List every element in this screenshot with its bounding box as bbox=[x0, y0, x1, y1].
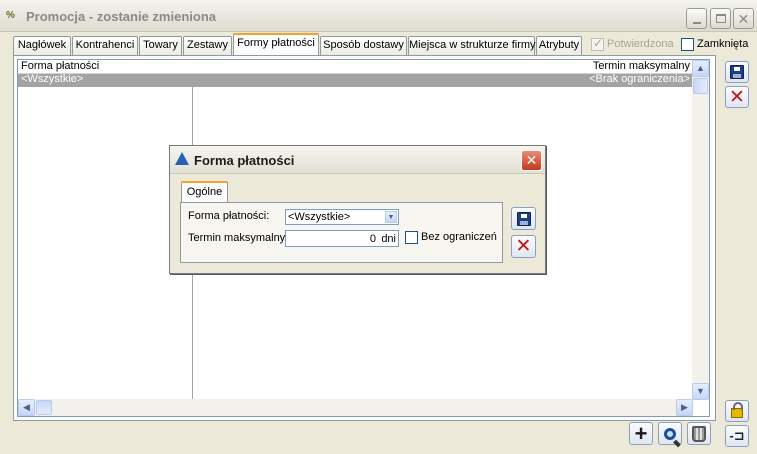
red-x-icon: ✕ bbox=[515, 235, 532, 257]
vertical-scroll-thumb[interactable] bbox=[693, 78, 708, 94]
tab-ogolne[interactable]: Ogólne bbox=[181, 181, 228, 203]
dialog-close-button[interactable]: ✕ bbox=[521, 150, 542, 171]
dialog-save-button[interactable] bbox=[511, 207, 536, 230]
tab-naglowek[interactable]: Nagłówek bbox=[13, 36, 71, 55]
app-icon: % bbox=[6, 10, 15, 21]
tab-atrybuty[interactable]: Atrybuty bbox=[536, 36, 582, 55]
chevron-right-icon: ▶ bbox=[681, 402, 688, 412]
tab-towary[interactable]: Towary bbox=[139, 36, 182, 55]
magnifier-icon bbox=[664, 427, 676, 440]
chevron-up-icon: ▲ bbox=[696, 63, 705, 73]
zamknieta-label: Zamknięta bbox=[697, 38, 749, 50]
window-title: Promocja - zostanie zmieniona bbox=[26, 9, 216, 24]
termin-value: 0 bbox=[369, 233, 376, 245]
scroll-right-button[interactable]: ▶ bbox=[676, 399, 693, 416]
lock-button[interactable] bbox=[725, 400, 749, 422]
chevron-down-icon: ▼ bbox=[696, 386, 705, 396]
red-x-icon: ✕ bbox=[729, 85, 745, 108]
maximize-button[interactable] bbox=[710, 8, 731, 29]
bez-ograniczen-label: Bez ograniczeń bbox=[421, 231, 497, 243]
dialog-cancel-button[interactable]: ✕ bbox=[511, 235, 536, 258]
tab-kontrahenci[interactable]: Kontrahenci bbox=[72, 36, 138, 55]
horizontal-scroll-thumb[interactable] bbox=[36, 400, 52, 415]
payment-form-dialog: Forma płatności ✕ Ogólne Forma płatności… bbox=[169, 145, 546, 274]
vertical-scrollbar[interactable]: ▲ ▼ bbox=[692, 60, 709, 400]
padlock-icon bbox=[731, 402, 743, 418]
search-button[interactable] bbox=[658, 422, 682, 445]
close-icon: ✕ bbox=[525, 152, 538, 168]
scroll-up-button[interactable]: ▲ bbox=[692, 60, 709, 77]
termin-label: Termin maksymalny: bbox=[188, 232, 289, 244]
pin-button[interactable]: -⊐ bbox=[725, 425, 749, 447]
chevron-down-icon[interactable]: ▼ bbox=[385, 211, 397, 223]
triangle-app-icon bbox=[175, 152, 189, 165]
tab-sposob-dostawy[interactable]: Sposób dostawy bbox=[320, 36, 407, 55]
scroll-down-button[interactable]: ▼ bbox=[692, 383, 709, 400]
cell-termin: <Brak ograniczenia> bbox=[589, 73, 690, 85]
termin-unit: dni bbox=[381, 233, 396, 245]
potwierdzona-label: Potwierdzona bbox=[607, 38, 674, 50]
floppy-disk-icon bbox=[730, 65, 744, 79]
save-button[interactable] bbox=[725, 61, 749, 83]
tab-miejsca-w-strukturze-firmy[interactable]: Miejsca w strukturze firmy bbox=[408, 36, 536, 55]
column-header-termin[interactable]: Termin maksymalny bbox=[593, 60, 690, 72]
potwierdzona-checkbox[interactable]: ✓ bbox=[591, 36, 604, 51]
plus-icon: + bbox=[634, 420, 648, 446]
bez-ograniczen-checkbox[interactable] bbox=[405, 231, 418, 244]
tab-formy-platnosci[interactable]: Formy płatności bbox=[233, 33, 319, 56]
trash-icon bbox=[692, 425, 706, 442]
delete-button[interactable] bbox=[687, 422, 711, 445]
tab-zestawy[interactable]: Zestawy bbox=[183, 36, 232, 55]
floppy-disk-icon bbox=[516, 211, 531, 226]
scroll-left-button[interactable]: ◀ bbox=[18, 399, 35, 416]
termin-input[interactable]: 0 dni bbox=[285, 230, 399, 247]
maximize-icon bbox=[715, 14, 726, 23]
chevron-left-icon: ◀ bbox=[23, 402, 30, 412]
add-button[interactable]: + bbox=[629, 422, 653, 445]
window-titlebar: % Promocja - zostanie zmieniona ✕ bbox=[0, 0, 757, 32]
forma-label: Forma płatności: bbox=[188, 210, 270, 222]
checkmark-icon: ✓ bbox=[593, 36, 604, 50]
close-icon: ✕ bbox=[737, 10, 750, 27]
minimize-button[interactable] bbox=[686, 8, 707, 29]
dialog-title: Forma płatności bbox=[194, 153, 295, 168]
minimize-icon bbox=[692, 21, 701, 24]
horizontal-scrollbar[interactable]: ◀ ▶ bbox=[18, 399, 693, 416]
forma-select-value: <Wszystkie> bbox=[288, 211, 351, 223]
zamknieta-checkbox[interactable] bbox=[681, 38, 694, 51]
cancel-button[interactable]: ✕ bbox=[725, 86, 749, 108]
column-header-forma[interactable]: Forma płatności bbox=[21, 60, 99, 72]
pin-icon: -⊐ bbox=[729, 428, 745, 443]
table-row[interactable]: <Wszystkie> <Brak ograniczenia> bbox=[18, 73, 693, 87]
close-button[interactable]: ✕ bbox=[733, 8, 754, 29]
cell-forma: <Wszystkie> bbox=[21, 73, 84, 85]
forma-select[interactable]: <Wszystkie> ▼ bbox=[285, 209, 399, 225]
grid-header: Forma płatności Termin maksymalny bbox=[18, 60, 693, 74]
dialog-titlebar: Forma płatności ✕ bbox=[170, 146, 545, 174]
